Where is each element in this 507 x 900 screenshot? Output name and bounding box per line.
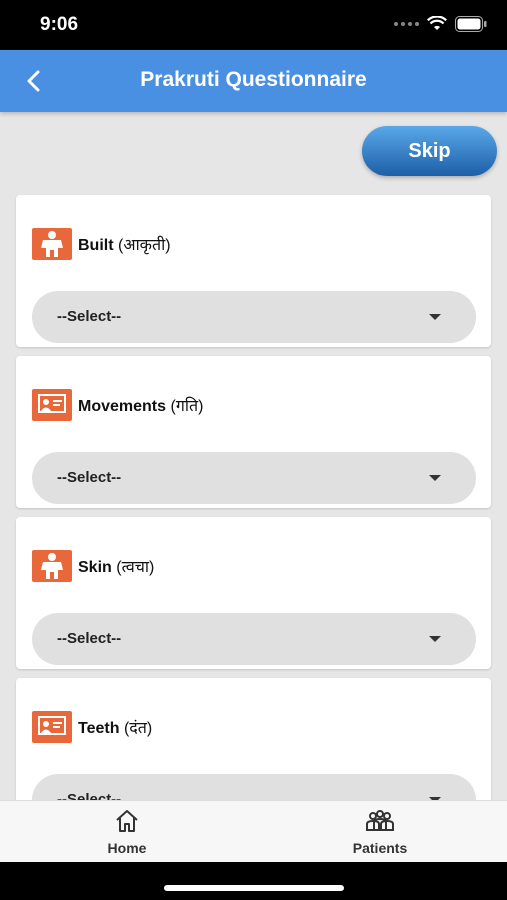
- teeth-select[interactable]: --Select--: [32, 774, 476, 800]
- signal-icon: [394, 22, 419, 26]
- skip-button[interactable]: Skip: [362, 126, 497, 176]
- select-value: --Select--: [57, 308, 122, 325]
- question-label: Teeth (दंत): [78, 720, 153, 737]
- select-value: --Select--: [57, 791, 122, 800]
- status-icons: [394, 16, 487, 32]
- home-indicator-area: [0, 862, 507, 900]
- question-card-teeth: Teeth (दंत) --Select--: [16, 678, 491, 800]
- skin-select[interactable]: --Select--: [32, 613, 476, 665]
- question-label: Built (आकृती): [78, 237, 171, 254]
- bottom-nav: Home Patients: [0, 800, 507, 863]
- movements-select[interactable]: --Select--: [32, 452, 476, 504]
- nav-home[interactable]: Home: [67, 809, 187, 856]
- page-title: Prakruti Questionnaire: [140, 68, 367, 91]
- question-card-built: Built (आकृती) --Select--: [16, 195, 491, 347]
- wifi-icon: [427, 16, 447, 30]
- question-list[interactable]: Built (आकृती) --Select-- Movements (गति)…: [0, 180, 507, 800]
- home-indicator[interactable]: [164, 885, 344, 891]
- chevron-down-icon: [429, 636, 441, 642]
- nav-patients[interactable]: Patients: [320, 809, 440, 856]
- presentation-board-icon: [32, 711, 72, 743]
- nav-patients-label: Patients: [352, 840, 408, 856]
- question-label: Skin (त्वचा): [78, 559, 155, 576]
- home-icon: [116, 810, 138, 832]
- select-value: --Select--: [57, 630, 122, 647]
- question-card-skin: Skin (त्वचा) --Select--: [16, 517, 491, 669]
- select-value: --Select--: [57, 469, 122, 486]
- chevron-down-icon: [429, 475, 441, 481]
- body-figure-icon: [32, 228, 72, 260]
- presentation-board-icon: [32, 389, 72, 421]
- question-label: Movements (गति): [78, 398, 204, 415]
- chevron-down-icon: [429, 314, 441, 320]
- patients-icon: [366, 810, 394, 831]
- app-bar: Prakruti Questionnaire: [0, 50, 507, 112]
- question-card-movements: Movements (गति) --Select--: [16, 356, 491, 508]
- battery-icon: [455, 16, 487, 32]
- nav-home-label: Home: [107, 840, 147, 856]
- status-time: 9:06: [40, 14, 79, 35]
- built-select[interactable]: --Select--: [32, 291, 476, 343]
- body-figure-icon: [32, 550, 72, 582]
- status-bar: 9:06: [0, 0, 507, 50]
